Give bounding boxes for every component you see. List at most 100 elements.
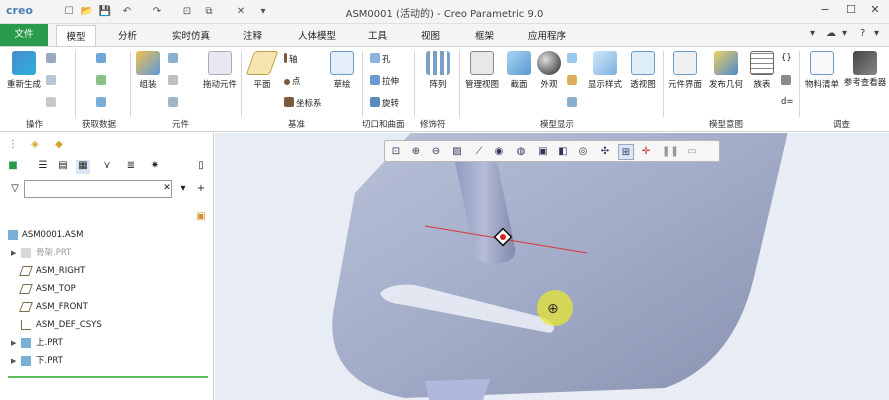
tab-view[interactable]: 视图 — [421, 28, 440, 42]
family-table-button[interactable]: 族表 — [740, 51, 784, 90]
zoom-out-icon[interactable]: ⊖ — [428, 144, 444, 160]
display-style-icon[interactable]: ◉ — [491, 144, 507, 160]
pause-icon[interactable]: ❚❚ — [662, 144, 679, 160]
delete-button[interactable] — [46, 97, 58, 109]
tab-live-simulation[interactable]: 实时仿真 — [172, 28, 210, 42]
component-tool-3[interactable] — [168, 97, 180, 109]
tree-item-asm-top[interactable]: ASM_TOP — [0, 280, 214, 298]
graphics-viewport[interactable]: ⊕ — [215, 133, 889, 400]
display-tool-1[interactable] — [567, 53, 579, 65]
perspective-button[interactable]: 透视图 — [621, 51, 665, 90]
folder-browser-tab-icon[interactable]: ◈ — [26, 136, 44, 154]
ribbon-collapse-icon[interactable]: ▾ — [810, 28, 815, 39]
group-components[interactable]: 元件 — [172, 118, 189, 130]
bom-button[interactable]: 物料清单 — [800, 51, 844, 90]
paste-button[interactable] — [46, 75, 58, 87]
group-cut-surface[interactable]: 切口和曲面 — [362, 118, 405, 130]
group-model-display[interactable]: 模型显示 — [540, 118, 574, 130]
perspective-view-icon[interactable]: ◧ — [555, 144, 571, 160]
tree-item-asm[interactable]: ASM0001.ASM — [0, 226, 214, 244]
maximize-button[interactable]: ☐ — [844, 3, 858, 19]
plane-button[interactable]: 平面 — [240, 51, 284, 90]
expand-arrow-icon[interactable]: ▶ — [11, 352, 16, 370]
tree-layers-icon[interactable]: ≣ — [124, 160, 138, 174]
extrude-button[interactable]: 拉伸 — [370, 75, 399, 87]
tree-root-icon[interactable]: ■ — [6, 160, 20, 174]
help-icon[interactable]: ? — [860, 28, 865, 39]
minimize-button[interactable]: − — [818, 3, 832, 19]
parameters-button[interactable] — [781, 75, 793, 87]
repaint-icon[interactable]: ▨ — [449, 144, 465, 160]
group-investigate[interactable]: 调查 — [833, 118, 850, 130]
tree-item-skeleton[interactable]: ▶ 骨架.PRT — [0, 244, 214, 262]
tab-applications[interactable]: 应用程序 — [528, 28, 566, 42]
help-dropdown-icon[interactable]: ▾ — [874, 28, 879, 39]
revolve-button[interactable]: 旋转 — [370, 97, 399, 109]
drag-components-button[interactable]: 拖动元件 — [198, 51, 242, 90]
tree-item-asm-def-csys[interactable]: ASM_DEF_CSYS — [0, 316, 214, 334]
component-interface-button[interactable]: 元件界面 — [663, 51, 707, 90]
search-dropdown-icon[interactable]: ▾ — [176, 183, 190, 197]
assemble-button[interactable]: 组装 — [126, 51, 170, 90]
tab-framework[interactable]: 框架 — [475, 28, 494, 42]
csys-button[interactable]: 坐标系 — [284, 97, 322, 109]
add-icon[interactable]: + — [194, 183, 208, 197]
tree-item-top-part[interactable]: ▶ 上.PRT — [0, 334, 214, 352]
appearance-icon[interactable]: ◎ — [575, 144, 591, 160]
tree-item-asm-front[interactable]: ASM_FRONT — [0, 298, 214, 316]
hole-button[interactable]: 孔 — [370, 53, 391, 65]
tree-options-icon[interactable]: ▣ — [194, 211, 208, 225]
stop-icon[interactable]: ▭ — [684, 144, 700, 160]
d-equals-button[interactable]: d= — [781, 97, 794, 107]
view-manager-icon[interactable]: ▣ — [535, 144, 551, 160]
saved-orientations-icon[interactable]: ◍ — [513, 144, 529, 160]
get-data-1[interactable] — [96, 53, 108, 65]
search-input[interactable] — [24, 180, 172, 198]
tree-columns-icon[interactable]: ▤ — [56, 160, 70, 174]
axis-button[interactable]: 轴 — [284, 53, 298, 65]
group-model-intent[interactable]: 模型意图 — [709, 118, 743, 130]
zoom-to-selected-icon[interactable]: ⟋ — [471, 144, 487, 160]
refit-icon[interactable]: ⊡ — [388, 144, 404, 160]
tree-document-icon[interactable]: ▯ — [194, 160, 208, 174]
tab-analysis[interactable]: 分析 — [118, 28, 137, 42]
tab-manikin[interactable]: 人体模型 — [298, 28, 336, 42]
clear-search-icon[interactable]: ✕ — [160, 183, 174, 197]
reference-viewer-button[interactable]: 参考查看器 — [843, 51, 887, 89]
tree-show-icon[interactable]: ☰ — [36, 160, 50, 174]
datum-display-icon[interactable]: ✣ — [597, 144, 613, 160]
expand-arrow-icon[interactable]: ▶ — [11, 334, 16, 352]
display-tool-2[interactable] — [567, 75, 579, 87]
favorites-tab-icon[interactable]: ◆ — [50, 136, 68, 154]
tab-file[interactable]: 文件 — [0, 24, 48, 46]
relations-button[interactable]: {} — [781, 53, 792, 63]
pattern-button[interactable]: 阵列 — [416, 51, 460, 90]
model-tree-tab-icon[interactable]: ⋮ — [4, 136, 22, 154]
gear-icon[interactable]: ✷ — [148, 160, 162, 174]
tree-item-bottom-part[interactable]: ▶ 下.PRT — [0, 352, 214, 370]
component-tool-2[interactable] — [168, 75, 180, 87]
group-get-data[interactable]: 获取数据 — [82, 118, 116, 130]
tree-item-asm-right[interactable]: ASM_RIGHT — [0, 262, 214, 280]
appearance-button[interactable]: 外观 — [527, 51, 571, 90]
zoom-in-icon[interactable]: ⊕ — [408, 144, 424, 160]
tab-tools[interactable]: 工具 — [368, 28, 387, 42]
copy-button[interactable] — [46, 53, 58, 65]
regenerate-button[interactable]: 重新生成 — [2, 51, 46, 90]
insert-indicator[interactable] — [8, 376, 208, 378]
group-operations[interactable]: 操作 — [26, 118, 43, 130]
cloud-dropdown-icon[interactable]: ▾ — [842, 28, 847, 39]
annotation-display-icon[interactable]: ⊞ — [618, 144, 634, 160]
point-button[interactable]: 点 — [284, 75, 301, 87]
tree-settings-icon[interactable]: ⋎ — [100, 160, 114, 174]
close-button[interactable]: ✕ — [868, 3, 882, 19]
tab-annotate[interactable]: 注释 — [243, 28, 262, 42]
expand-arrow-icon[interactable]: ▶ — [11, 244, 16, 262]
group-modifiers[interactable]: 修饰符 — [420, 118, 446, 130]
tree-filter-icon[interactable]: ▦ — [76, 160, 90, 174]
tab-model[interactable]: 模型 — [56, 25, 96, 46]
get-data-2[interactable] — [96, 75, 108, 87]
group-datum[interactable]: 基准 — [288, 118, 305, 130]
sketch-button[interactable]: 草绘 — [320, 51, 364, 90]
spin-center-icon[interactable]: ✛ — [638, 144, 654, 160]
